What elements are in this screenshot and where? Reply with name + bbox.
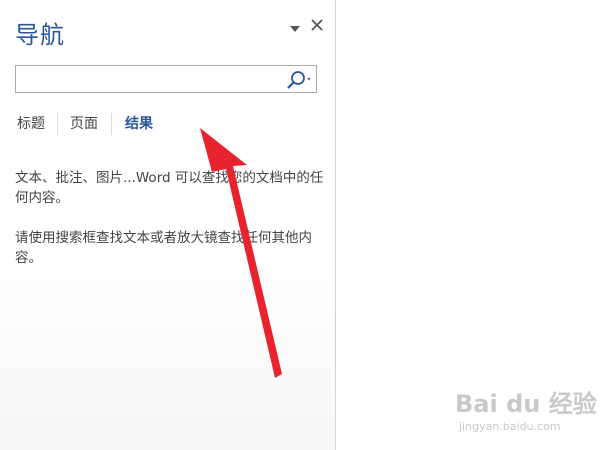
search-input[interactable] xyxy=(18,68,280,92)
watermark-main-text: Bai du 经验 xyxy=(455,390,597,418)
baidu-jingyan-watermark: Bai du 经验 jingyan.baidu.com xyxy=(455,384,597,440)
word-window: 导航 标题 页面 结果 文本、批注、图片...Word 可以查找您的文档中的任何… xyxy=(0,0,600,450)
document-area[interactable] xyxy=(337,0,600,450)
triangle-down-icon xyxy=(290,26,300,32)
pane-options-button[interactable] xyxy=(289,20,301,32)
results-message-2: 请使用搜索框查找文本或者放大镜查找任何其他内容。 xyxy=(15,230,312,266)
results-message-1: 文本、批注、图片...Word 可以查找您的文档中的任何内容。 xyxy=(15,170,324,206)
watermark-url-text: jingyan.baidu.com xyxy=(459,420,561,433)
pane-title: 导航 xyxy=(15,21,65,49)
search-box xyxy=(15,65,317,93)
search-button[interactable] xyxy=(282,69,314,91)
tab-results[interactable]: 结果 xyxy=(125,113,153,133)
tab-separator xyxy=(111,113,112,135)
tab-pages[interactable]: 页面 xyxy=(70,113,98,133)
pane-close-button[interactable] xyxy=(309,17,325,33)
magnifier-icon xyxy=(287,71,311,89)
nav-tabs: 标题 页面 结果 xyxy=(15,113,315,137)
close-icon xyxy=(311,19,323,31)
navigation-pane: 导航 标题 页面 结果 文本、批注、图片...Word 可以查找您的文档中的任何… xyxy=(0,0,336,450)
tab-headings[interactable]: 标题 xyxy=(17,113,45,133)
tab-separator xyxy=(57,113,58,135)
